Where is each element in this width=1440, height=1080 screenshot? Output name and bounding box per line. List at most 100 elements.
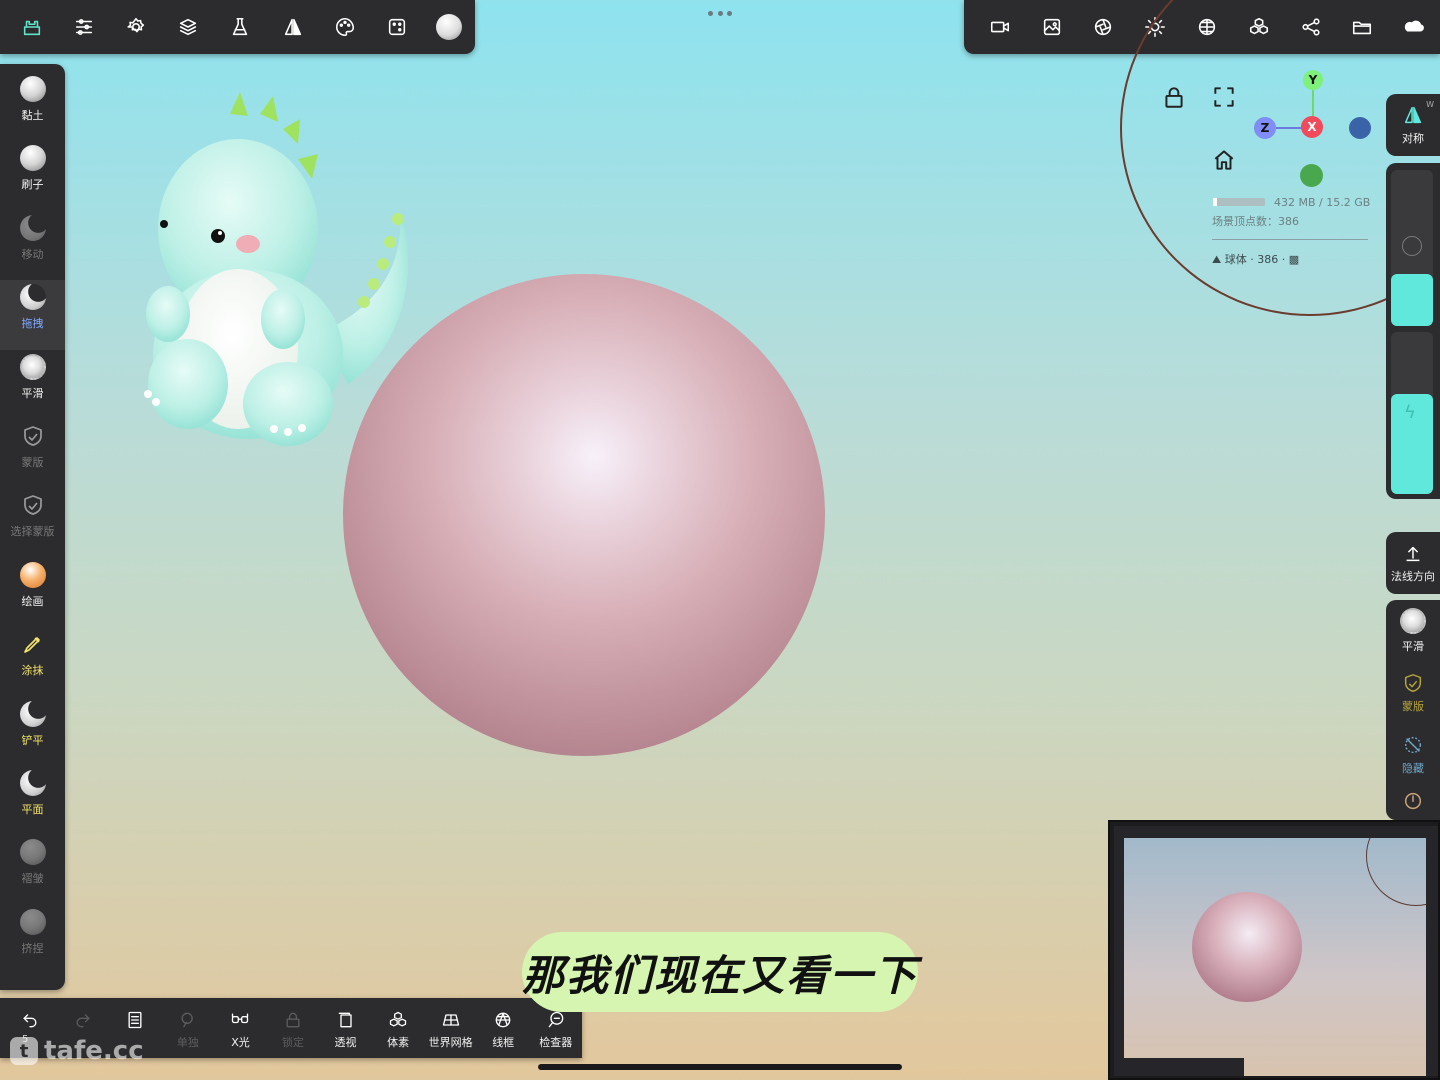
- brush-ball-icon: [19, 353, 46, 380]
- mesh-icon: ⛰: [1212, 253, 1222, 266]
- tool-4[interactable]: 平滑: [0, 350, 65, 419]
- tool-label: 绘画: [21, 594, 44, 608]
- symmetry-icon[interactable]: [267, 0, 319, 54]
- bottom-button-4[interactable]: X光: [214, 998, 267, 1058]
- memory-usage: 432 MB / 15.2 GB: [1274, 196, 1371, 209]
- axis-y-button[interactable]: Y: [1303, 70, 1323, 90]
- radius-slider-fill[interactable]: [1391, 274, 1433, 326]
- tool-3[interactable]: 拖拽: [0, 280, 65, 350]
- lock-icon[interactable]: [1161, 84, 1187, 110]
- watermark-text: tafe.cc: [44, 1036, 144, 1066]
- arrow-up-icon: [1406, 546, 1420, 562]
- tool-6[interactable]: 选择蒙版: [0, 488, 65, 557]
- inspector-icon: [548, 1011, 564, 1027]
- axis-x-button[interactable]: X: [1301, 116, 1323, 138]
- bottom-button-6[interactable]: 透视: [319, 998, 372, 1058]
- brush-ball-icon: [19, 769, 46, 796]
- radius-icon: [1402, 236, 1422, 256]
- palette-icon[interactable]: [319, 0, 371, 54]
- tool-9[interactable]: 铲平: [0, 697, 65, 766]
- tool-10[interactable]: 平面: [0, 766, 65, 835]
- tool-label: 褶皱: [21, 872, 44, 886]
- wireframe-icon: [495, 1012, 511, 1027]
- aperture-icon[interactable]: [1078, 0, 1130, 54]
- axis-z-button[interactable]: Z: [1254, 117, 1276, 139]
- axis-neg-y-button[interactable]: [1300, 164, 1323, 187]
- matcap-ball-icon[interactable]: [423, 0, 475, 54]
- bottom-button-9[interactable]: 线框: [477, 998, 530, 1058]
- checker-icon: ▩: [1288, 253, 1300, 266]
- symmetry-button[interactable]: W 对称: [1386, 94, 1440, 156]
- image-icon[interactable]: [1026, 0, 1078, 54]
- scene-icon[interactable]: [6, 0, 58, 54]
- normal-label: 法线方向: [1391, 570, 1435, 583]
- tool-label: 铲平: [21, 733, 44, 747]
- tool-label: 平面: [21, 802, 44, 816]
- vertex-count: 场景顶点数：386: [1212, 215, 1299, 228]
- tool-label: 挤捏: [21, 941, 44, 955]
- bottom-button-label: 体素: [387, 1035, 410, 1049]
- pip-left-bar: [1114, 838, 1124, 1076]
- compass-icon: [1404, 792, 1422, 810]
- brush-ball-icon: [19, 839, 46, 866]
- bottom-button-label: 锁定: [282, 1035, 304, 1049]
- hide-label: 隐藏: [1402, 762, 1424, 775]
- pip-bottom-bar: [1114, 1058, 1244, 1076]
- tool-label: 选择蒙版: [10, 525, 55, 539]
- tool-0[interactable]: 黏土: [0, 72, 65, 141]
- tool-5[interactable]: 蒙版: [0, 419, 65, 488]
- quick-hide-button[interactable]: 隐藏: [1386, 724, 1440, 786]
- tool-12[interactable]: 挤捏: [0, 905, 65, 974]
- brush-ball-icon: [19, 145, 46, 172]
- quick-extra-button[interactable]: [1386, 786, 1440, 816]
- watermark: t tafe.cc: [10, 1036, 144, 1066]
- video-subtitle: 那我们现在又看一下: [522, 932, 918, 1012]
- object-info-text: 球体 · 386 ·: [1224, 253, 1286, 266]
- tool-label: 拖拽: [21, 317, 44, 331]
- home-icon[interactable]: [1211, 147, 1237, 173]
- bottom-button-5[interactable]: 锁定: [267, 998, 320, 1058]
- smooth-ball-icon: [1400, 608, 1426, 634]
- tool-8[interactable]: 涂抹: [0, 627, 65, 696]
- tool-1[interactable]: 刷子: [0, 141, 65, 210]
- tool-label: 刷子: [21, 178, 44, 192]
- tool-11[interactable]: 褶皱: [0, 835, 65, 904]
- lock-icon: [286, 1012, 300, 1027]
- object-info[interactable]: ⛰ 球体 · 386 · ▩: [1212, 251, 1299, 267]
- layers-icon[interactable]: [162, 0, 214, 54]
- undo-icon: [23, 1013, 37, 1027]
- world-grid-icon: [442, 1013, 459, 1026]
- home-indicator[interactable]: [538, 1064, 902, 1070]
- normal-direction-button[interactable]: 法线方向: [1386, 532, 1440, 594]
- symmetry-hint: W: [1426, 100, 1434, 109]
- camera-icon[interactable]: [974, 0, 1026, 54]
- top-left-toolbar: [0, 0, 475, 54]
- quick-smooth-button[interactable]: 平滑: [1386, 600, 1440, 662]
- left-tool-panel: 黏土刷子移动拖拽平滑 蒙版选择蒙版绘画涂抹铲平平面褶皱挤捏: [0, 64, 65, 990]
- bottom-button-label: 单独: [176, 1035, 199, 1049]
- mask-shield-icon: [1404, 674, 1422, 692]
- bottom-button-label: 检查器: [539, 1035, 573, 1049]
- flask-icon[interactable]: [214, 0, 266, 54]
- bottom-button-7[interactable]: 体素: [372, 998, 425, 1058]
- sculpt-sphere[interactable]: [343, 274, 825, 756]
- picture-in-picture-preview[interactable]: [1108, 820, 1440, 1080]
- axis-neg-x-button[interactable]: [1349, 117, 1371, 139]
- brush-ball-icon: [19, 908, 46, 935]
- bottom-button-label: 世界网格: [428, 1035, 473, 1049]
- brush-ball-icon: [19, 700, 46, 727]
- quick-mask-button[interactable]: 蒙版: [1386, 662, 1440, 724]
- watermark-logo: t: [10, 1037, 38, 1065]
- bottom-button-3[interactable]: 单独: [162, 998, 215, 1058]
- pip-sphere: [1192, 892, 1302, 1002]
- tool-7[interactable]: 绘画: [0, 558, 65, 627]
- bottom-button-8[interactable]: 世界网格: [424, 998, 477, 1058]
- tool-2[interactable]: 移动: [0, 211, 65, 280]
- smooth-label: 平滑: [1402, 640, 1424, 653]
- window-dots[interactable]: [708, 11, 732, 17]
- settings-gear-icon[interactable]: [110, 0, 162, 54]
- dice-icon[interactable]: [371, 0, 423, 54]
- sliders-icon[interactable]: [58, 0, 110, 54]
- fullscreen-icon[interactable]: [1211, 84, 1237, 110]
- symmetry-icon: [1404, 106, 1422, 124]
